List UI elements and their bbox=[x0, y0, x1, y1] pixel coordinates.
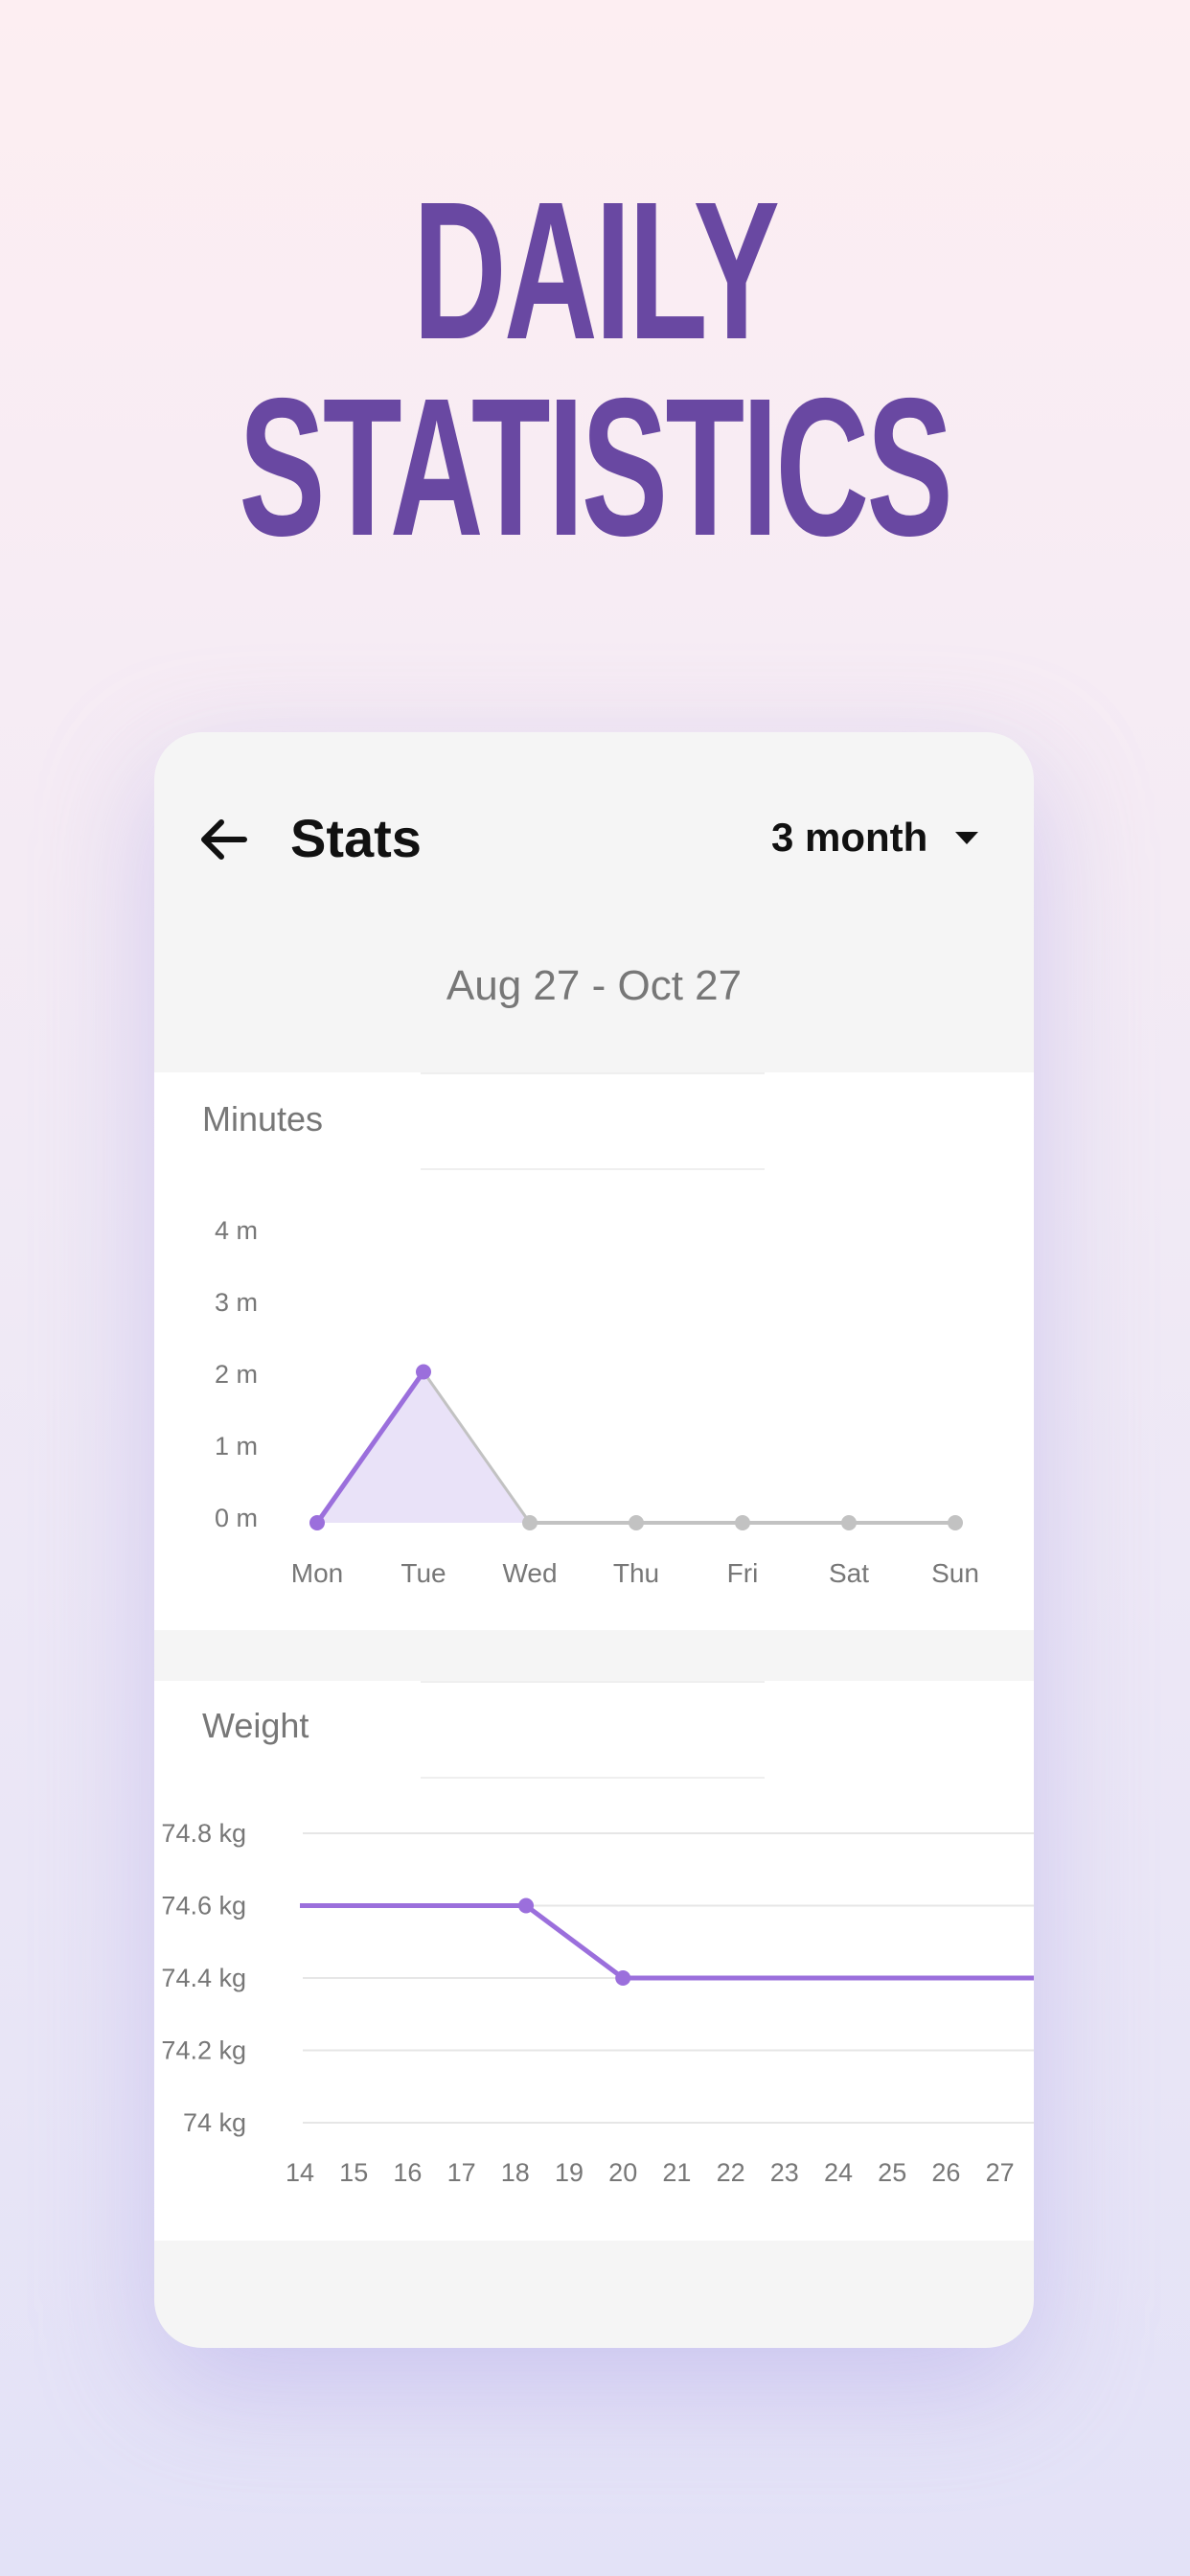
x-tick-label: 27 bbox=[986, 2158, 1015, 2187]
data-point bbox=[416, 1364, 431, 1380]
caret-down-icon[interactable] bbox=[955, 832, 978, 844]
y-tick-label: 74.2 kg bbox=[161, 2036, 246, 2065]
y-tick-label: 74 kg bbox=[183, 2108, 246, 2137]
x-tick-label: Sun bbox=[931, 1558, 979, 1588]
data-point bbox=[615, 1970, 631, 1986]
headline-line2: STATISTICS bbox=[239, 357, 953, 577]
weight-section: Weight 74 kg 74.2 kg 74.4 kg 74.6 kg 74.8 kg… bbox=[154, 1681, 1034, 2241]
x-tick-label: 17 bbox=[447, 2158, 476, 2187]
x-tick-label: Mon bbox=[291, 1558, 343, 1588]
x-tick-label: 15 bbox=[339, 2158, 368, 2187]
data-point bbox=[841, 1515, 857, 1530]
y-tick-label: 4 m bbox=[215, 1216, 258, 1245]
x-tick-label: 16 bbox=[393, 2158, 422, 2187]
y-tick-label: 74.8 kg bbox=[161, 1819, 246, 1848]
range-select[interactable]: 3 month bbox=[771, 815, 927, 861]
x-tick-label: Thu bbox=[613, 1558, 659, 1588]
arrow-left-icon[interactable] bbox=[196, 813, 250, 866]
x-tick-label: 25 bbox=[878, 2158, 906, 2187]
data-point bbox=[629, 1515, 644, 1530]
data-point bbox=[518, 1898, 535, 1914]
series-line bbox=[300, 1903, 1034, 1981]
y-tick-label: 2 m bbox=[215, 1360, 258, 1389]
x-tick-label: 23 bbox=[770, 2158, 799, 2187]
data-point bbox=[948, 1515, 963, 1530]
area-fill bbox=[317, 1371, 530, 1523]
headline-line1: DAILY bbox=[412, 161, 780, 380]
x-tick-label: 19 bbox=[555, 2158, 584, 2187]
x-tick-label: 22 bbox=[717, 2158, 745, 2187]
x-tick-label: Sat bbox=[829, 1558, 869, 1588]
x-tick-label: 20 bbox=[608, 2158, 637, 2187]
x-tick-label: Wed bbox=[502, 1558, 557, 1588]
minutes-chart: 0 m 1 m 2 m 3 m 4 m Mon Tue Wed Thu Fri Sat Sun bbox=[215, 1216, 979, 1588]
y-tick-label: 3 m bbox=[215, 1288, 258, 1317]
x-tick-label: 21 bbox=[662, 2158, 691, 2187]
weight-chart: 74 kg 74.2 kg 74.4 kg 74.6 kg 74.8 kg 14 15 16 1… bbox=[161, 1819, 1034, 2187]
stats-card: Stats 3 month Aug 27 - Oct 27 Minutes 0 … bbox=[154, 732, 1034, 2348]
x-tick-label: 18 bbox=[501, 2158, 530, 2187]
data-point bbox=[522, 1515, 538, 1530]
y-tick-label: 74.4 kg bbox=[161, 1964, 246, 1992]
x-tick-label: 24 bbox=[824, 2158, 853, 2187]
y-tick-label: 74.6 kg bbox=[161, 1892, 246, 1920]
date-range: Aug 27 - Oct 27 bbox=[446, 962, 743, 1009]
page-title: Stats bbox=[290, 808, 422, 868]
data-point bbox=[309, 1515, 325, 1530]
y-tick-label: 0 m bbox=[215, 1504, 258, 1532]
y-tick-label: 1 m bbox=[215, 1432, 258, 1460]
x-tick-label: 26 bbox=[931, 2158, 960, 2187]
minutes-section: Minutes 0 m1 m2 m3 m4 m Mon Tue Wed Thu Fri Sa… bbox=[154, 1072, 1034, 1630]
x-tick-label: 14 bbox=[286, 2158, 314, 2187]
x-tick-label: Fri bbox=[727, 1558, 759, 1588]
data-point bbox=[735, 1515, 750, 1530]
x-tick-label: Tue bbox=[400, 1558, 446, 1588]
